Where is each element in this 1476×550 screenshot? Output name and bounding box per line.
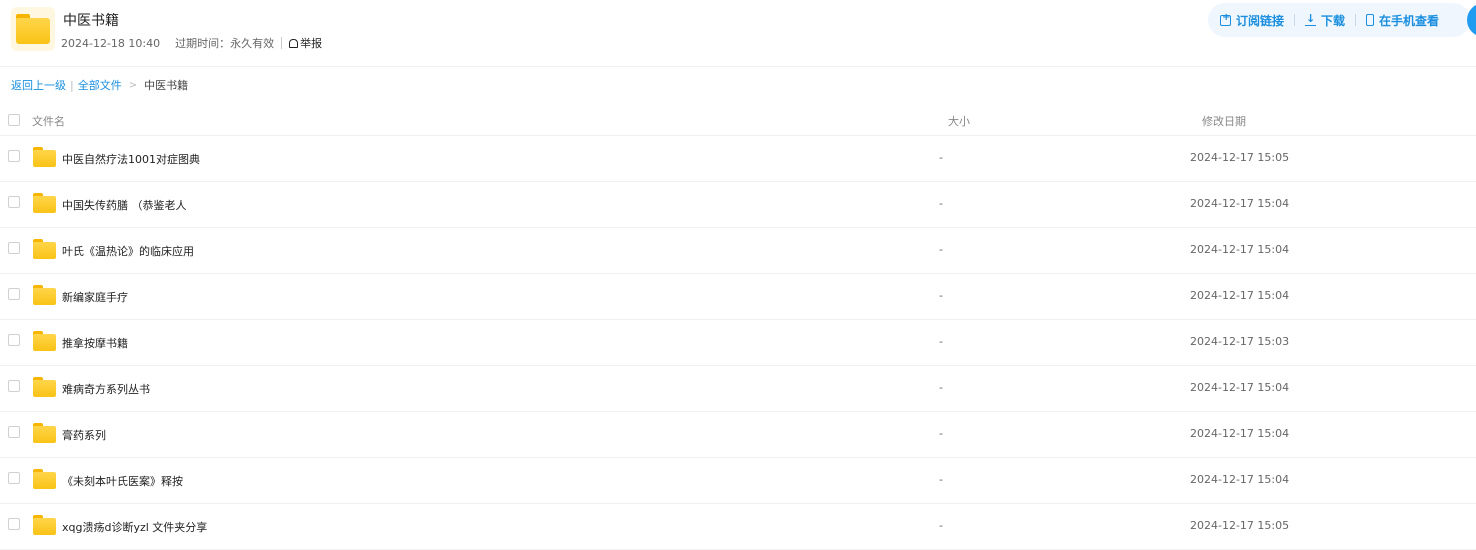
report-link[interactable]: 举报 xyxy=(289,35,322,51)
file-size: - xyxy=(939,519,943,532)
meta-divider xyxy=(281,37,283,49)
file-date: 2024-12-17 15:04 xyxy=(1190,197,1290,210)
file-size: - xyxy=(939,151,943,164)
file-name[interactable]: 推拿按摩书籍 xyxy=(62,335,128,351)
page-title: 中医书籍 xyxy=(63,13,119,29)
file-date: 2024-12-17 15:05 xyxy=(1190,151,1290,164)
table-header: 文件名 大小 修改日期 xyxy=(0,104,1476,136)
table-row[interactable]: 中国失传药膳 （恭鉴老人 - 2024-12-17 15:04 xyxy=(0,182,1476,228)
file-date: 2024-12-17 15:04 xyxy=(1190,381,1290,394)
file-date: 2024-12-17 15:05 xyxy=(1190,519,1290,532)
breadcrumb-all-files-link[interactable]: 全部文件 xyxy=(78,77,122,93)
mobile-view-button[interactable]: 在手机查看 xyxy=(1366,12,1439,29)
file-date: 2024-12-17 15:04 xyxy=(1190,427,1290,440)
expire-label: 过期时间： xyxy=(175,37,231,50)
file-name[interactable]: 新编家庭手疗 xyxy=(62,289,128,305)
chevron-right-icon: > xyxy=(128,79,138,91)
table-row[interactable]: 《未刻本叶氏医案》释按 - 2024-12-17 15:04 xyxy=(0,458,1476,504)
column-header-date[interactable]: 修改日期 xyxy=(1202,113,1246,129)
row-checkbox[interactable] xyxy=(8,196,20,208)
row-checkbox[interactable] xyxy=(8,518,20,530)
table-row[interactable]: 叶氏《温热论》的临床应用 - 2024-12-17 15:04 xyxy=(0,228,1476,274)
file-size: - xyxy=(939,243,943,256)
report-icon xyxy=(289,38,299,48)
file-name[interactable]: 《未刻本叶氏医案》释按 xyxy=(62,473,183,489)
save-to-drive-button[interactable] xyxy=(1467,3,1476,37)
phone-icon xyxy=(1366,14,1375,26)
table-row[interactable]: xqg溃疡d诊断yzl 文件夹分享 - 2024-12-17 15:05 xyxy=(0,504,1476,550)
folder-icon xyxy=(33,423,56,443)
file-size: - xyxy=(939,335,943,348)
file-name[interactable]: 难病奇方系列丛书 xyxy=(62,381,150,397)
breadcrumb-separator: | xyxy=(70,78,74,92)
column-header-name[interactable]: 文件名 xyxy=(32,113,65,129)
folder-icon xyxy=(33,377,56,397)
folder-icon xyxy=(33,239,56,259)
row-checkbox[interactable] xyxy=(8,472,20,484)
file-size: - xyxy=(939,473,943,486)
folder-icon xyxy=(33,193,56,213)
file-name[interactable]: 中国失传药膳 （恭鉴老人 xyxy=(62,197,187,213)
download-button[interactable]: 下载 xyxy=(1305,12,1345,29)
file-name[interactable]: 中医自然疗法1001对症图典 xyxy=(62,151,200,167)
file-size: - xyxy=(939,289,943,302)
select-all-checkbox[interactable] xyxy=(8,114,20,126)
file-name[interactable]: 叶氏《温热论》的临床应用 xyxy=(62,243,194,259)
breadcrumb-current: 中医书籍 xyxy=(144,79,189,92)
table-row[interactable]: 中医自然疗法1001对症图典 - 2024-12-17 15:05 xyxy=(0,136,1476,182)
table-row[interactable]: 新编家庭手疗 - 2024-12-17 15:04 xyxy=(0,274,1476,320)
mobile-view-label: 在手机查看 xyxy=(1379,13,1440,28)
share-actions-bar: 订阅链接 下载 在手机查看 xyxy=(1208,3,1470,37)
folder-icon xyxy=(33,469,56,489)
table-body: 中医自然疗法1001对症图典 - 2024-12-17 15:05 中国失传药膳… xyxy=(0,136,1476,550)
table-row[interactable]: 推拿按摩书籍 - 2024-12-17 15:03 xyxy=(0,320,1476,366)
row-checkbox[interactable] xyxy=(8,288,20,300)
file-name[interactable]: 膏药系列 xyxy=(62,427,106,443)
folder-icon xyxy=(33,285,56,305)
download-icon xyxy=(1305,12,1317,26)
folder-icon xyxy=(33,331,56,351)
report-label: 举报 xyxy=(300,37,323,50)
subscribe-icon xyxy=(1220,12,1231,26)
column-header-size[interactable]: 大小 xyxy=(948,113,970,129)
share-date: 2024-12-18 10:40 xyxy=(61,36,161,50)
file-name[interactable]: xqg溃疡d诊断yzl 文件夹分享 xyxy=(62,519,207,535)
actions-divider xyxy=(1355,14,1357,26)
file-date: 2024-12-17 15:04 xyxy=(1190,289,1290,302)
row-checkbox[interactable] xyxy=(8,150,20,162)
file-size: - xyxy=(939,381,943,394)
file-date: 2024-12-17 15:03 xyxy=(1190,335,1290,348)
table-row[interactable]: 膏药系列 - 2024-12-17 15:04 xyxy=(0,412,1476,458)
row-checkbox[interactable] xyxy=(8,334,20,346)
file-size: - xyxy=(939,427,943,440)
expire-value: 永久有效 xyxy=(230,37,275,50)
file-date: 2024-12-17 15:04 xyxy=(1190,243,1290,256)
share-meta: 2024-12-18 10:40 过期时间： 永久有效 举报 xyxy=(61,35,322,51)
folder-icon xyxy=(33,515,56,535)
file-date: 2024-12-17 15:04 xyxy=(1190,473,1290,486)
folder-icon xyxy=(33,147,56,167)
actions-divider xyxy=(1294,14,1296,26)
share-folder-icon xyxy=(11,7,55,51)
table-row[interactable]: 难病奇方系列丛书 - 2024-12-17 15:04 xyxy=(0,366,1476,412)
row-checkbox[interactable] xyxy=(8,242,20,254)
subscribe-label: 订阅链接 xyxy=(1236,13,1285,28)
breadcrumb-back-link[interactable]: 返回上一级 xyxy=(11,77,66,93)
row-checkbox[interactable] xyxy=(8,426,20,438)
file-size: - xyxy=(939,197,943,210)
file-table: 文件名 大小 修改日期 中医自然疗法1001对症图典 - 2024-12-17 … xyxy=(0,104,1476,550)
subscribe-button[interactable]: 订阅链接 xyxy=(1220,12,1284,29)
download-label: 下载 xyxy=(1321,13,1346,28)
share-header: 中医书籍 2024-12-18 10:40 过期时间： 永久有效 举报 订阅链接… xyxy=(0,0,1476,67)
row-checkbox[interactable] xyxy=(8,380,20,392)
breadcrumb: 返回上一级 | 全部文件 > 中医书籍 xyxy=(11,77,188,93)
